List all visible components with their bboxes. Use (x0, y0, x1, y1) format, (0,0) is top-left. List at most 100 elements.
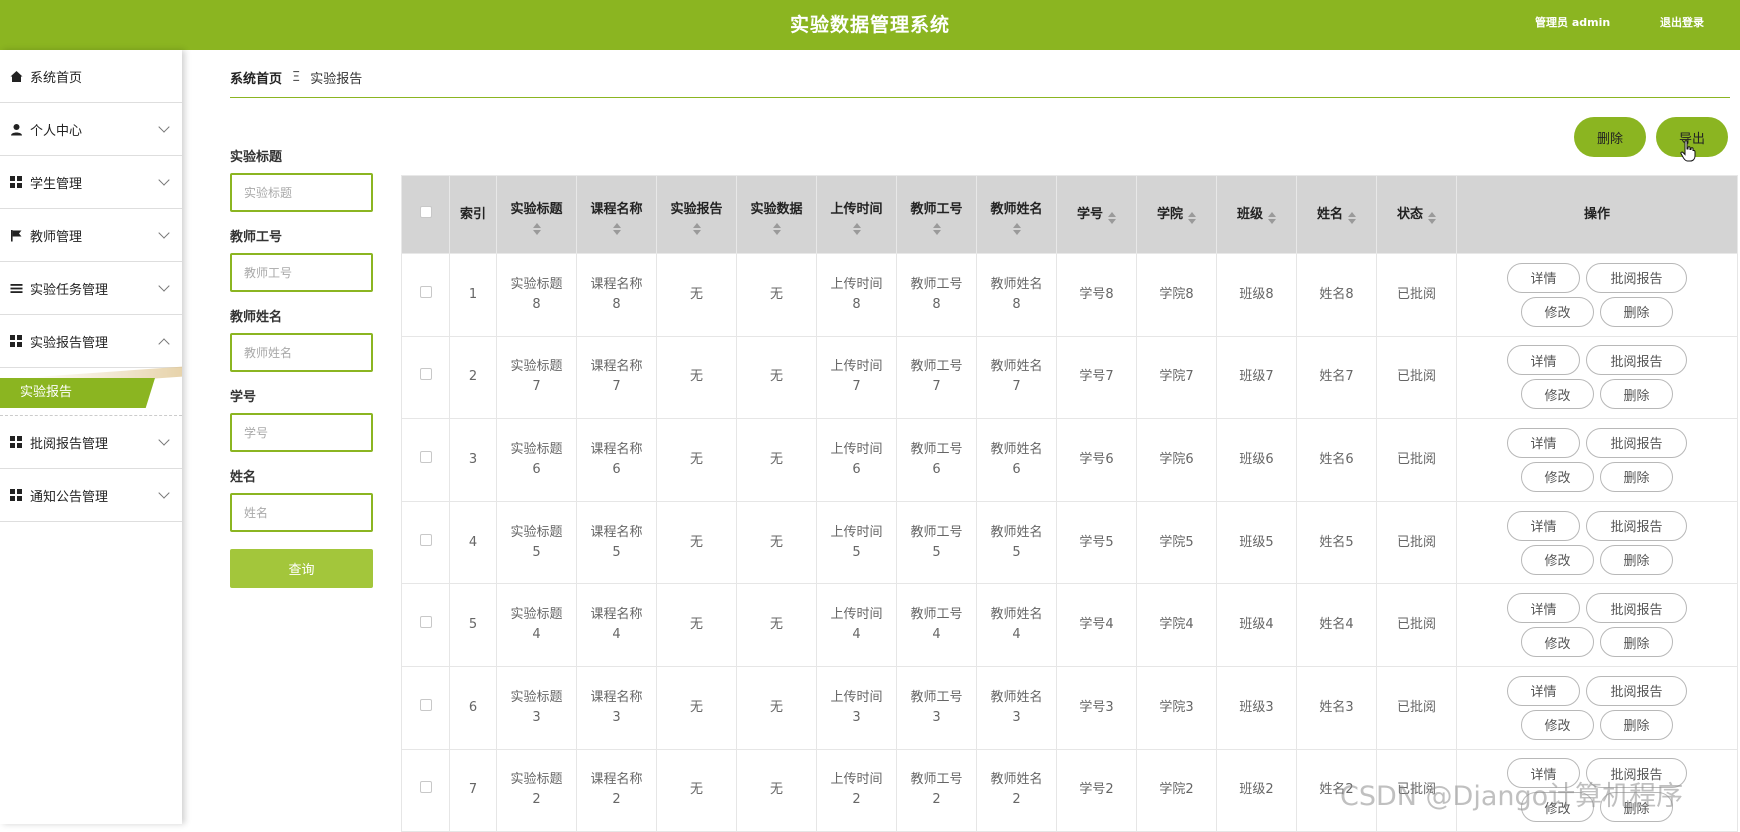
filter-student-no-input[interactable] (230, 413, 373, 452)
sort-icon[interactable] (692, 223, 701, 235)
row-checkbox[interactable] (419, 781, 432, 794)
sort-icon[interactable] (932, 223, 941, 235)
detail-button[interactable]: 详情 (1507, 593, 1580, 624)
sidebar-subitem-lab-report[interactable]: 实验报告 (0, 378, 155, 408)
sort-icon[interactable] (1108, 211, 1116, 224)
column-header-teacher-no[interactable]: 教师工号 (896, 175, 977, 254)
detail-button[interactable]: 详情 (1507, 262, 1580, 293)
column-header-label: 班级 (1236, 206, 1263, 222)
sort-icon[interactable] (1188, 211, 1196, 224)
sidebar-item-notices[interactable]: 通知公告管理 (0, 469, 182, 522)
review-report-button[interactable]: 批阅报告 (1586, 427, 1687, 458)
sort-icon[interactable] (532, 223, 541, 235)
cell-text: 6 (468, 699, 478, 715)
review-report-button[interactable]: 批阅报告 (1586, 593, 1687, 624)
edit-button[interactable]: 修改 (1521, 627, 1594, 658)
column-header-course[interactable]: 课程名称 (576, 175, 657, 254)
edit-button[interactable]: 修改 (1521, 709, 1594, 740)
review-report-button[interactable]: 批阅报告 (1586, 262, 1687, 293)
student-no-cell: 学号4 (1056, 583, 1137, 667)
index-cell: 3 (449, 418, 497, 502)
report-cell: 无 (656, 665, 737, 750)
review-report-button[interactable]: 批阅报告 (1586, 675, 1687, 706)
sort-icon[interactable] (852, 223, 861, 235)
query-button[interactable]: 查询 (230, 549, 373, 588)
title-cell: 实验标题 3 (496, 665, 577, 750)
row-checkbox[interactable] (419, 533, 432, 546)
upload-time-cell: 上传时间 3 (816, 665, 897, 750)
sidebar-item-profile[interactable]: 个人中心 (0, 103, 182, 156)
sidebar-item-teachers[interactable]: 教师管理 (0, 209, 182, 262)
detail-button[interactable]: 详情 (1507, 510, 1580, 541)
filter-teacher-name-input[interactable] (230, 333, 373, 372)
cell-text: 教师工号 (910, 607, 963, 623)
filter-teacher-no-input[interactable] (230, 253, 373, 292)
delete-button[interactable]: 删除 (1574, 117, 1646, 157)
detail-button[interactable]: 详情 (1507, 427, 1580, 458)
table-header-row: 索引 实验标题 课程名称 实验报告 实验数据 上传时间 教师工号 教师姓名 学号… (401, 175, 1738, 254)
sort-icon[interactable] (1268, 211, 1276, 224)
row-delete-button[interactable]: 删除 (1600, 627, 1673, 658)
cell-text: 上传时间 (830, 772, 883, 788)
row-checkbox[interactable] (419, 698, 432, 711)
column-header-student-no[interactable]: 学号 (1056, 175, 1137, 254)
cell-text: 教师姓名 (990, 524, 1043, 540)
column-header-college[interactable]: 学院 (1136, 175, 1217, 254)
row-delete-button[interactable]: 删除 (1600, 379, 1673, 410)
cell-text: 实验标题 (510, 276, 563, 292)
detail-button[interactable]: 详情 (1507, 675, 1580, 706)
cell-text: 无 (689, 617, 703, 633)
index-cell: 1 (449, 253, 497, 337)
cell-text: 上传时间 (830, 441, 883, 457)
detail-button[interactable]: 详情 (1507, 345, 1580, 376)
column-header-status[interactable]: 状态 (1376, 175, 1457, 254)
chevron-down-icon (158, 174, 170, 186)
sidebar-item-review[interactable]: 批阅报告管理 (0, 416, 182, 469)
cell-text: 3 (852, 709, 861, 725)
column-header-teacher-name[interactable]: 教师姓名 (976, 175, 1057, 254)
row-checkbox[interactable] (419, 285, 432, 298)
sidebar-item-home[interactable]: 系统首页 (0, 50, 182, 103)
review-report-button[interactable]: 批阅报告 (1586, 345, 1687, 376)
hand-cursor-icon (1680, 140, 1696, 162)
cell-text: 教师姓名 (990, 689, 1043, 705)
review-report-button[interactable]: 批阅报告 (1586, 510, 1687, 541)
data-cell: 无 (736, 500, 817, 585)
column-header-name[interactable]: 姓名 (1296, 175, 1377, 254)
edit-button[interactable]: 修改 (1521, 461, 1594, 492)
class-cell: 班级5 (1216, 500, 1297, 585)
column-header-data[interactable]: 实验数据 (736, 175, 817, 254)
select-all-checkbox[interactable] (419, 205, 432, 218)
column-header-class[interactable]: 班级 (1216, 175, 1297, 254)
edit-button[interactable]: 修改 (1521, 296, 1594, 327)
sidebar-item-tasks[interactable]: 实验任务管理 (0, 262, 182, 315)
chevron-down-icon (158, 121, 170, 133)
column-header-report[interactable]: 实验报告 (656, 175, 737, 254)
cell-text: 无 (769, 534, 783, 550)
row-checkbox[interactable] (419, 450, 432, 463)
column-header-upload-time[interactable]: 上传时间 (816, 175, 897, 254)
sort-icon[interactable] (612, 223, 621, 235)
sidebar-item-reports[interactable]: 实验报告管理 (0, 315, 182, 368)
row-delete-button[interactable]: 删除 (1600, 544, 1673, 575)
filter-name-input[interactable] (230, 493, 373, 532)
edit-button[interactable]: 修改 (1521, 544, 1594, 575)
logout-link[interactable]: 退出登录 (1660, 0, 1704, 46)
row-checkbox[interactable] (419, 616, 432, 629)
course-cell: 课程名称 6 (576, 418, 657, 502)
filter-title-input[interactable] (230, 173, 373, 212)
row-delete-button[interactable]: 删除 (1600, 461, 1673, 492)
column-header-title[interactable]: 实验标题 (496, 175, 577, 254)
sidebar-item-students[interactable]: 学生管理 (0, 156, 182, 209)
sort-icon[interactable] (1428, 211, 1436, 224)
sort-icon[interactable] (772, 223, 781, 235)
row-checkbox[interactable] (419, 368, 432, 381)
sort-icon[interactable] (1348, 211, 1356, 224)
row-delete-button[interactable]: 删除 (1600, 296, 1673, 327)
row-delete-button[interactable]: 删除 (1600, 709, 1673, 740)
breadcrumb-home[interactable]: 系统首页 (230, 68, 282, 87)
sort-icon[interactable] (1012, 223, 1021, 235)
title-cell: 实验标题 6 (496, 418, 577, 502)
edit-button[interactable]: 修改 (1521, 379, 1594, 410)
status-cell: 已批阅 (1376, 418, 1457, 502)
